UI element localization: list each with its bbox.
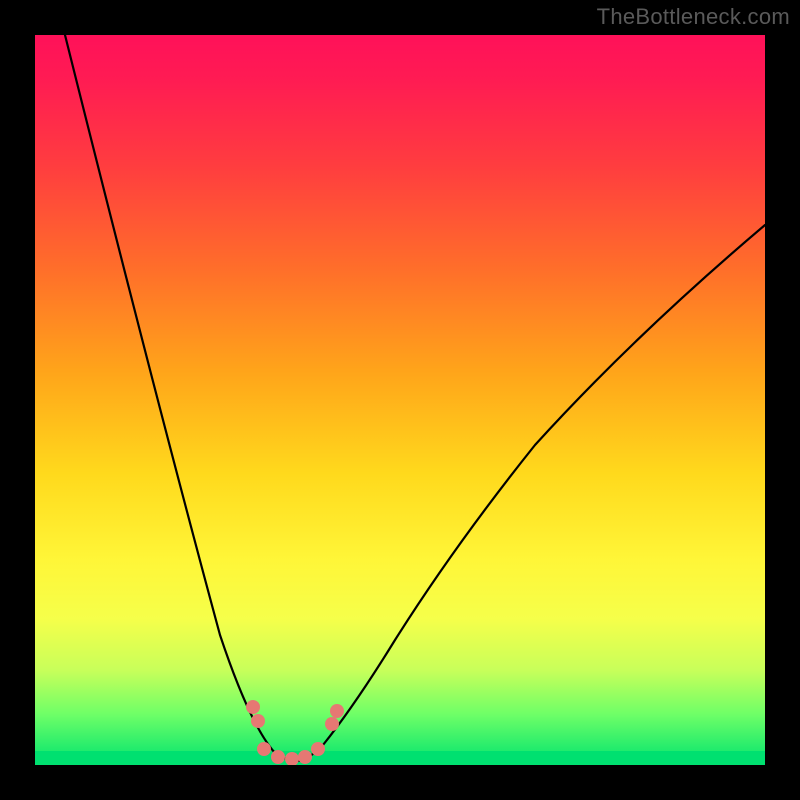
curve-layer (35, 35, 765, 765)
valley-dot (251, 714, 265, 728)
valley-dot (311, 742, 325, 756)
valley-dot (246, 700, 260, 714)
plot-area (35, 35, 765, 765)
valley-dot (285, 752, 299, 765)
curve-right-branch (297, 225, 765, 761)
watermark-text: TheBottleneck.com (597, 4, 790, 30)
valley-dot (298, 750, 312, 764)
valley-dot (271, 750, 285, 764)
chart-frame: TheBottleneck.com (0, 0, 800, 800)
valley-dot (257, 742, 271, 756)
valley-dot (330, 704, 344, 718)
curve-left-branch (65, 35, 297, 761)
valley-dot (325, 717, 339, 731)
